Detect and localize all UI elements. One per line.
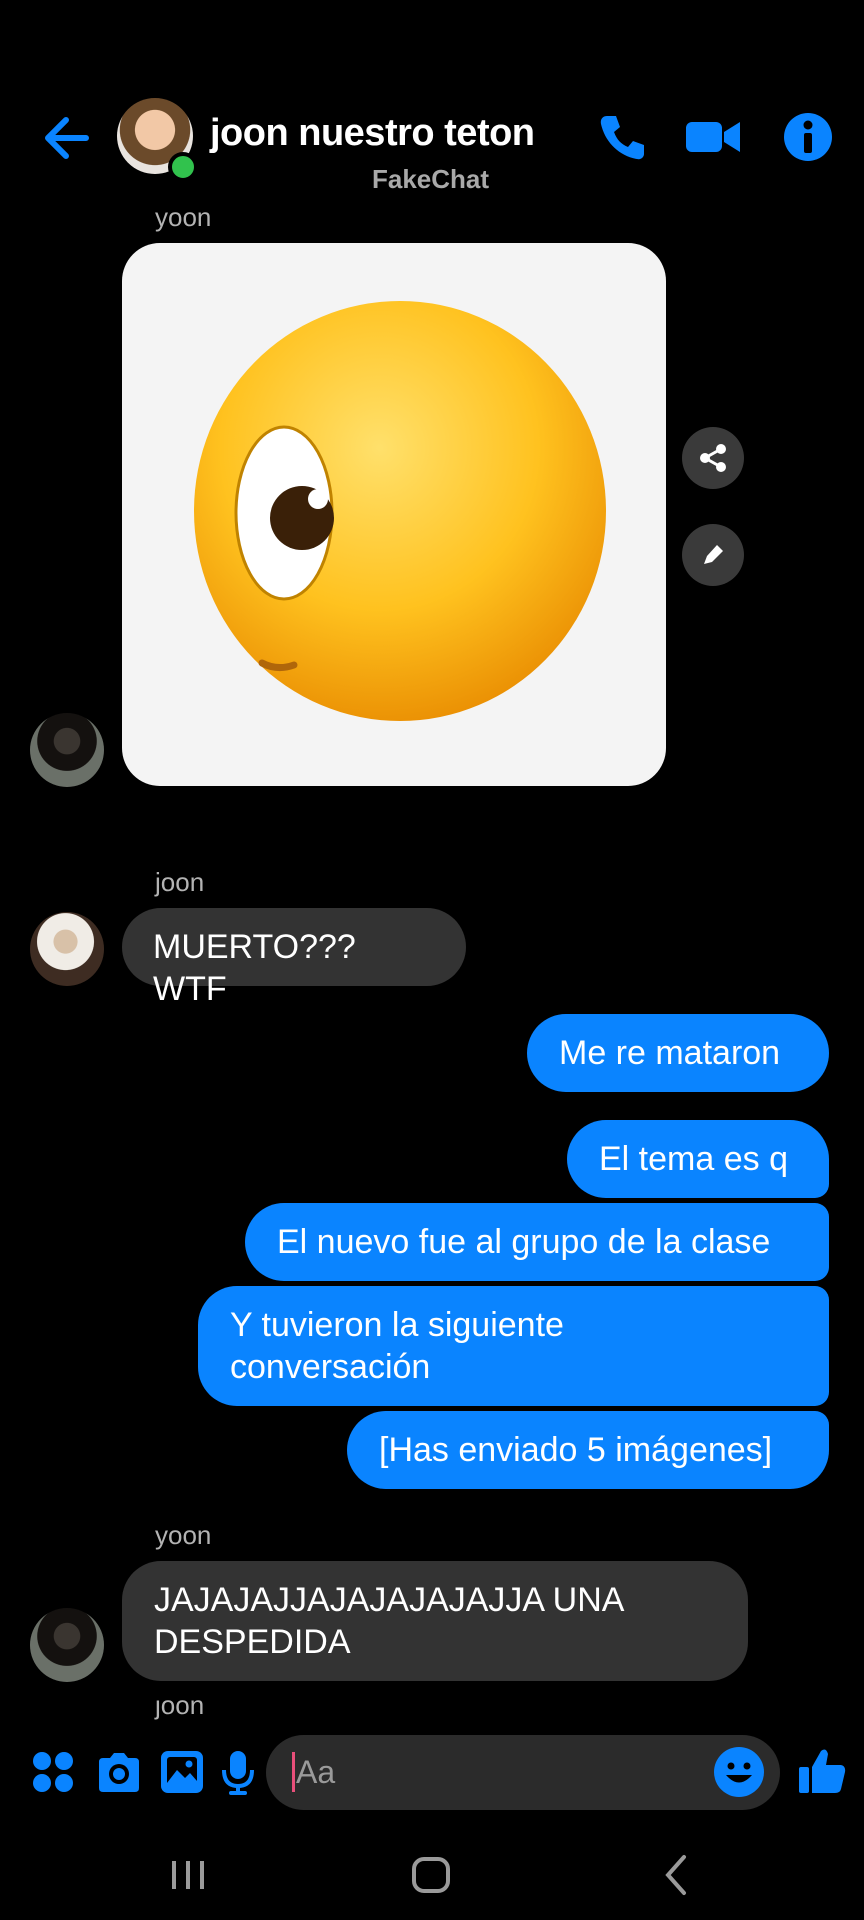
chat-title[interactable]: joon nuestro teton [210,112,535,155]
share-button[interactable] [682,427,744,489]
message-bubble-received[interactable]: JAJAJAJJAJAJAJAJAJJA UNA DESPEDIDA [122,1561,748,1681]
message-bubble-sent[interactable]: El tema es q [567,1120,829,1198]
info-icon[interactable] [781,110,835,164]
message-bubble-sent[interactable]: [Has enviado 5 imágenes] [347,1411,829,1489]
apps-grid-icon[interactable] [29,1748,77,1796]
emoji-icon[interactable] [713,1746,765,1798]
message-bubble-sent[interactable]: Y tuvieron la siguiente conversación [198,1286,829,1406]
phone-icon[interactable] [595,110,649,164]
nav-back-icon[interactable] [656,1845,696,1905]
image-message[interactable] [122,243,666,786]
back-arrow-icon[interactable] [40,112,92,164]
edit-button[interactable] [682,524,744,586]
online-status-dot [168,152,198,182]
share-icon [700,444,726,472]
message-input-placeholder: Aa [296,1754,336,1790]
microphone-icon[interactable] [214,1748,262,1796]
text-caret [292,1752,295,1792]
avatar[interactable] [30,713,104,787]
emoji-face-image [194,301,606,721]
avatar[interactable] [30,1608,104,1682]
message-bubble-sent[interactable]: El nuevo fue al grupo de la clase [245,1203,829,1281]
message-line: DESPEDIDA [154,1623,351,1661]
video-camera-icon[interactable] [684,110,742,164]
message-input[interactable] [266,1735,780,1810]
nav-home-icon[interactable] [409,1845,455,1905]
message-line: JAJAJAJJAJAJAJAJAJJA UNA [154,1581,625,1619]
gallery-icon[interactable] [158,1748,206,1796]
message-line: Y tuvieron la siguiente [230,1306,564,1344]
sender-label: yoon [155,202,212,232]
avatar[interactable] [30,912,104,986]
message-line: conversación [230,1348,431,1386]
clipped-area: joon [0,1700,864,1720]
camera-icon[interactable] [95,1748,143,1796]
thumbs-up-icon[interactable] [797,1745,847,1797]
message-bubble-sent[interactable]: Me re mataron [527,1014,829,1092]
message-bubble-received[interactable]: MUERTO??? WTF [122,908,466,1008]
nav-recents-icon[interactable] [166,1845,210,1905]
edit-pencil-icon [704,545,723,564]
sender-label: joon [155,1700,205,1720]
sender-label: joon [155,867,205,897]
sender-label: yoon [155,1520,212,1550]
chat-subtitle: FakeChat [372,164,490,194]
